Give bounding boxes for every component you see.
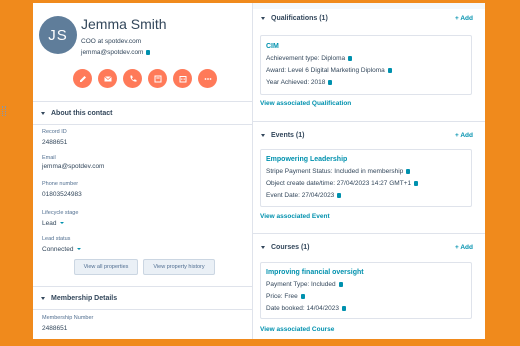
lifecycle-label: Lifecycle stage [42, 210, 79, 216]
view-associated-qualification-link[interactable]: View associated Qualification [260, 100, 351, 107]
card-property-line: Achievement type: Diploma [266, 55, 353, 62]
left-sidebar: JS Jemma Smith COO at spotdev.com jemma@… [2, 3, 253, 339]
chevron-down-icon [41, 296, 45, 300]
record-id-value: 2488651 [42, 139, 68, 146]
qualifications-section: Qualifications (1) + Add CIM Achievement… [253, 9, 485, 122]
card-property-text: Award: Level 6 Digital Marketing Diploma [266, 67, 385, 74]
event-card: Empowering Leadership Stripe Payment Sta… [260, 149, 472, 207]
right-sidebar: Qualifications (1) + Add CIM Achievement… [253, 3, 485, 339]
membership-number-value: 2488651 [42, 325, 68, 332]
lead-status-value: Connected [42, 246, 74, 253]
courses-heading: Courses (1) [271, 243, 310, 251]
chevron-down-icon [261, 16, 265, 20]
chevron-down-icon [261, 133, 265, 137]
view-associated-event-link[interactable]: View associated Event [260, 213, 330, 220]
card-property-text: Stripe Payment Status: Included in membe… [266, 168, 404, 175]
copy-icon[interactable] [342, 305, 347, 311]
card-property-text: Price: Free [266, 293, 298, 300]
qualification-title[interactable]: CIM [266, 43, 279, 50]
card-property-line: Payment Type: Included [266, 281, 343, 288]
membership-section-header[interactable]: Membership Details [33, 286, 252, 310]
lead-status-select[interactable]: Connected [42, 246, 82, 253]
about-heading: About this contact [51, 109, 113, 117]
call-action-button[interactable] [123, 69, 142, 88]
card-property-line: Event Date: 27/04/2023 [266, 192, 342, 199]
card-property-text: Event Date: 27/04/2023 [266, 192, 335, 199]
lead-status-label: Lead status [42, 236, 71, 242]
card-property-text: Date booked: 14/04/2023 [266, 305, 340, 312]
qualifications-header[interactable]: Qualifications (1) + Add [253, 9, 485, 27]
note-icon [79, 75, 86, 82]
membership-number-label: Membership Number [42, 315, 94, 321]
events-header[interactable]: Events (1) + Add [253, 126, 485, 144]
card-property-line: Year Achieved: 2018 [266, 79, 333, 86]
meeting-action-button[interactable] [173, 69, 192, 88]
copy-icon[interactable] [328, 79, 333, 85]
card-property-line: Stripe Payment Status: Included in membe… [266, 168, 411, 175]
task-action-button[interactable] [148, 69, 167, 88]
courses-header[interactable]: Courses (1) + Add [253, 238, 485, 256]
view-all-properties-button[interactable]: View all properties [74, 259, 138, 275]
action-buttons [73, 69, 217, 88]
copy-icon[interactable] [146, 49, 151, 55]
contact-title: COO at spotdev.com [81, 38, 142, 45]
contact-record-panel: JS Jemma Smith COO at spotdev.com jemma@… [2, 3, 485, 339]
contact-email[interactable]: jemma@spotdev.com [81, 49, 143, 56]
task-icon [154, 75, 161, 82]
lifecycle-select[interactable]: Lead [42, 220, 65, 227]
phone-label: Phone number [42, 181, 79, 187]
card-property-text: Achievement type: Diploma [266, 55, 346, 62]
membership-heading: Membership Details [51, 294, 118, 302]
copy-icon[interactable] [300, 293, 305, 299]
add-qualification-button[interactable]: + Add [455, 15, 473, 22]
email-icon [103, 75, 112, 81]
copy-icon[interactable] [414, 180, 419, 186]
card-property-line: Award: Level 6 Digital Marketing Diploma [266, 67, 392, 74]
copy-icon[interactable] [348, 55, 353, 61]
copy-icon[interactable] [387, 67, 392, 73]
contact-email-row: jemma@spotdev.com [81, 49, 151, 56]
copy-icon[interactable] [406, 168, 411, 174]
contact-name: Jemma Smith [81, 16, 167, 32]
email-label: Email [42, 155, 56, 161]
card-property-text: Object create date/time: 27/04/2023 14:2… [266, 180, 412, 187]
phone-icon [129, 75, 136, 82]
email-action-button[interactable] [98, 69, 117, 88]
courses-section: Courses (1) + Add Improving financial ov… [253, 234, 485, 339]
lifecycle-value: Lead [42, 220, 57, 227]
email-value[interactable]: jemma@spotdev.com [42, 163, 104, 170]
card-property-text: Year Achieved: 2018 [266, 79, 326, 86]
record-id-label: Record ID [42, 129, 67, 135]
add-course-button[interactable]: + Add [455, 244, 473, 251]
card-property-line: Object create date/time: 27/04/2023 14:2… [266, 180, 419, 187]
chevron-down-icon [60, 222, 65, 225]
events-heading: Events (1) [271, 131, 305, 139]
chevron-down-icon [261, 245, 265, 249]
card-property-text: Payment Type: Included [266, 281, 336, 288]
note-action-button[interactable] [73, 69, 92, 88]
phone-value[interactable]: 01803524983 [42, 191, 82, 198]
more-icon [204, 77, 211, 80]
course-title[interactable]: Improving financial oversight [266, 269, 364, 276]
about-section-header[interactable]: About this contact [2, 101, 252, 125]
copy-icon[interactable] [338, 281, 343, 287]
copy-icon[interactable] [337, 192, 342, 198]
events-section: Events (1) + Add Empowering Leadership S… [253, 122, 485, 234]
chevron-down-icon [77, 248, 82, 251]
qualifications-heading: Qualifications (1) [271, 14, 328, 22]
qualification-card: CIM Achievement type: Diploma Award: Lev… [260, 35, 472, 95]
view-property-history-button[interactable]: View property history [143, 259, 215, 275]
chevron-down-icon [41, 111, 45, 115]
view-associated-course-link[interactable]: View associated Course [260, 326, 334, 333]
more-action-button[interactable] [198, 69, 217, 88]
calendar-icon [179, 75, 186, 82]
card-property-line: Date booked: 14/04/2023 [266, 305, 347, 312]
course-card: Improving financial oversight Payment Ty… [260, 262, 472, 319]
event-title[interactable]: Empowering Leadership [266, 156, 347, 163]
avatar[interactable]: JS [39, 16, 77, 54]
card-property-line: Price: Free [266, 293, 305, 300]
add-event-button[interactable]: + Add [455, 132, 473, 139]
